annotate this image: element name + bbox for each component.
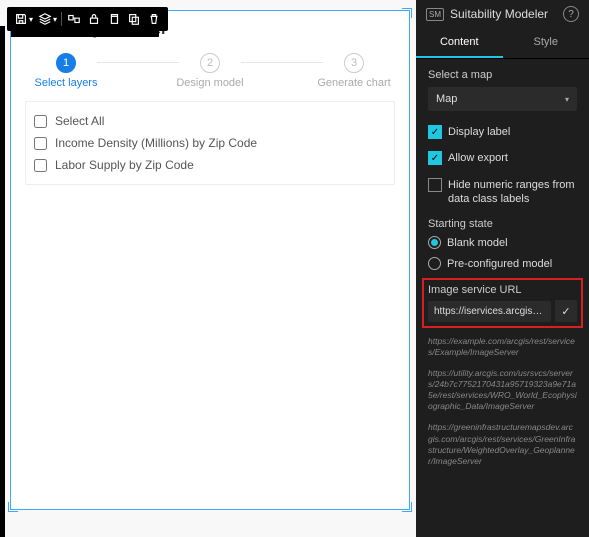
resize-handle-br[interactable] (402, 502, 412, 512)
select-all-label: Select All (55, 114, 104, 128)
panel-title: Suitability Modeler (450, 7, 557, 21)
preconfigured-text: Pre-configured model (447, 258, 552, 270)
config-panel: SM Suitability Modeler ? Content Style S… (416, 0, 589, 537)
step-label: Generate chart (313, 77, 395, 89)
select-all-checkbox[interactable] (34, 115, 47, 128)
image-service-url-section: Image service URL https://iservices.arcg… (422, 278, 583, 328)
radio-unchecked-icon[interactable] (428, 257, 441, 270)
panel-body[interactable]: Select a map Map ▾ ✓ Display label ✓ All… (416, 59, 589, 537)
widget-frame[interactable]: ▾ ▾ Suitability Modeler 1 Select layers (10, 10, 410, 510)
separator (61, 12, 62, 26)
chevron-down-icon[interactable]: ▾ (53, 15, 57, 24)
step-label: Design model (169, 77, 251, 89)
left-strip (0, 26, 5, 537)
starting-state-label: Starting state (428, 218, 577, 230)
list-item[interactable]: Income Density (Millions) by Zip Code (34, 132, 386, 154)
link-icon[interactable] (64, 9, 84, 29)
duplicate-icon[interactable] (124, 9, 144, 29)
step-number: 1 (56, 53, 76, 73)
layer-checkbox[interactable] (34, 159, 47, 172)
save-icon[interactable] (11, 9, 31, 29)
map-select[interactable]: Map ▾ (428, 87, 577, 111)
url-confirm-button[interactable]: ✓ (555, 300, 577, 322)
design-canvas[interactable]: ▾ ▾ Suitability Modeler 1 Select layers (0, 0, 416, 537)
map-select-value: Map (436, 93, 457, 105)
radio-checked-icon[interactable] (428, 236, 441, 249)
step-select-layers[interactable]: 1 Select layers (25, 53, 107, 89)
lock-icon[interactable] (84, 9, 104, 29)
allow-export-row[interactable]: ✓ Allow export (428, 151, 577, 165)
step-connector (241, 62, 323, 63)
tab-style[interactable]: Style (503, 28, 589, 58)
step-number: 2 (200, 53, 220, 73)
step-label: Select layers (25, 77, 107, 89)
widget-type-icon: SM (426, 8, 444, 21)
layers-icon[interactable] (35, 9, 55, 29)
layers-list: Select All Income Density (Millions) by … (25, 101, 395, 185)
resize-handle-tr[interactable] (402, 8, 412, 18)
step-design-model[interactable]: 2 Design model (169, 53, 251, 89)
example-url-text: https://utility.arcgis.com/usrsvcs/serve… (428, 368, 577, 412)
example-url-text: https://greeninfrastructuremapsdev.arcgi… (428, 422, 577, 466)
tab-content[interactable]: Content (416, 28, 503, 58)
blank-model-text: Blank model (447, 237, 508, 249)
resize-handle-bl[interactable] (8, 502, 18, 512)
chevron-down-icon[interactable]: ▾ (29, 15, 33, 24)
layer-checkbox[interactable] (34, 137, 47, 150)
url-input[interactable]: https://iservices.arcgis.co... (428, 301, 551, 322)
step-number: 3 (344, 53, 364, 73)
copy-icon[interactable] (104, 9, 124, 29)
display-label-row[interactable]: ✓ Display label (428, 125, 577, 139)
checkbox-checked-icon[interactable]: ✓ (428, 151, 442, 165)
step-generate-chart[interactable]: 3 Generate chart (313, 53, 395, 89)
checkbox-checked-icon[interactable]: ✓ (428, 125, 442, 139)
help-icon[interactable]: ? (563, 6, 579, 22)
preconfigured-row[interactable]: Pre-configured model (428, 257, 577, 270)
widget-toolbar: ▾ ▾ (7, 7, 168, 31)
panel-tabs: Content Style (416, 28, 589, 59)
display-label-text: Display label (448, 125, 510, 139)
hide-ranges-row[interactable]: Hide numeric ranges from data class labe… (428, 178, 577, 207)
url-label: Image service URL (428, 284, 577, 296)
steps-row: 1 Select layers 2 Design model 3 Generat… (25, 53, 395, 89)
delete-icon[interactable] (144, 9, 164, 29)
step-connector (97, 62, 179, 63)
checkbox-unchecked-icon[interactable] (428, 178, 442, 192)
layer-label: Labor Supply by Zip Code (55, 158, 194, 172)
panel-header: SM Suitability Modeler ? (416, 0, 589, 28)
blank-model-row[interactable]: Blank model (428, 236, 577, 249)
allow-export-text: Allow export (448, 151, 508, 165)
select-map-label: Select a map (428, 69, 577, 81)
list-item[interactable]: Labor Supply by Zip Code (34, 154, 386, 176)
example-url-text: https://example.com/arcgis/rest/services… (428, 336, 577, 358)
hide-ranges-text: Hide numeric ranges from data class labe… (448, 178, 577, 207)
layer-label: Income Density (Millions) by Zip Code (55, 136, 257, 150)
select-all-row[interactable]: Select All (34, 110, 386, 132)
chevron-down-icon: ▾ (565, 95, 569, 104)
